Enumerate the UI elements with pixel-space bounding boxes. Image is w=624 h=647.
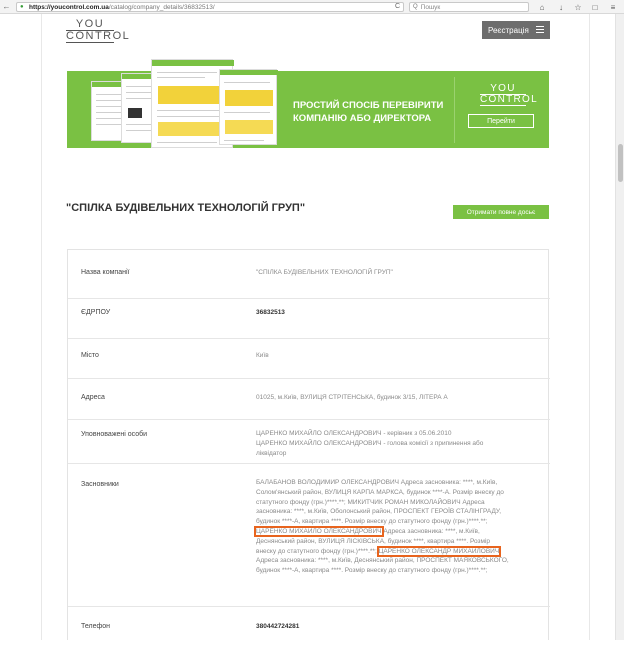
banner-go-button[interactable]: Перейти bbox=[468, 114, 534, 128]
url-host: https://youcontrol.com.ua bbox=[29, 3, 109, 11]
founders-text-line: Деснянський район, ВУЛИЦЯ ЛІСКІВСЬКА, бу… bbox=[256, 537, 491, 545]
row-label: Назва компанії bbox=[81, 269, 130, 276]
row-label: Телефон bbox=[81, 623, 111, 630]
site-logo[interactable]: YOU CONTROL bbox=[66, 18, 131, 43]
banner-divider bbox=[454, 77, 455, 143]
screenshot-card bbox=[219, 69, 278, 145]
address-bar[interactable]: ● https://youcontrol.com.ua /catalog/com… bbox=[16, 2, 404, 12]
site-header: YOU CONTROL Реєстрація bbox=[66, 18, 550, 46]
banner-logo-bottom: CONTROL bbox=[480, 94, 538, 106]
founders-text-line: Адреса засновника: ****, м.Київ, Деснянс… bbox=[256, 557, 509, 565]
row-label: Місто bbox=[81, 352, 99, 359]
table-row: Назва компанії "СПІЛКА БУДІВЕЛЬНИХ ТЕХНО… bbox=[68, 250, 550, 299]
founders-text-line: будинок ****-А, квартира ****. Розмір вн… bbox=[256, 518, 488, 526]
row-label: Уповноважені особи bbox=[81, 431, 148, 438]
row-value: БАЛАБАНОВ ВОЛОДИМИР ОЛЕКСАНДРОВИЧ Адреса… bbox=[254, 478, 528, 576]
home-icon[interactable]: ⌂ bbox=[537, 2, 547, 12]
browser-search-input[interactable]: Q Пошук bbox=[409, 2, 529, 12]
table-row: Місто Київ bbox=[68, 339, 550, 379]
promo-banner[interactable]: ПРОСТИЙ СПОСІБ ПЕРЕВІРИТИ КОМПАНІЮ АБО Д… bbox=[67, 59, 549, 148]
founders-text-line: внеску до статутного фонду (грн.)****.**… bbox=[256, 545, 528, 557]
founders-text-line: ЦАРЕНКО МИХАЙЛО ОЛЕКСАНДРОВИЧ Адреса зас… bbox=[254, 525, 528, 537]
row-value: "СПІЛКА БУДІВЕЛЬНИХ ТЕХНОЛОГІЙ ГРУП" bbox=[256, 269, 393, 276]
row-value: Київ bbox=[256, 352, 269, 359]
table-row: Телефон 380442724281 bbox=[68, 607, 550, 647]
founders-text-line: Солом'янський район, ВУЛИЦЯ КАРПА МАРКСА… bbox=[256, 488, 504, 496]
founders-text-line: статутного фонду (грн.)****.**; МИКИТЧИК… bbox=[256, 498, 485, 506]
app-screenshots-image bbox=[91, 59, 296, 148]
row-value: 36832513 bbox=[256, 309, 285, 316]
founders-text-line: БАЛАБАНОВ ВОЛОДИМИР ОЛЕКСАНДРОВИЧ Адреса… bbox=[256, 479, 498, 486]
clipboard-icon[interactable]: □ bbox=[590, 2, 600, 12]
banner-headline-line: ПРОСТИЙ СПОСІБ ПЕРЕВІРИТИ bbox=[293, 100, 444, 111]
banner-headline: ПРОСТИЙ СПОСІБ ПЕРЕВІРИТИ КОМПАНІЮ АБО Д… bbox=[293, 99, 463, 125]
get-full-dossier-button[interactable]: Отримати повне досьє bbox=[453, 205, 549, 219]
table-row: Уповноважені особи ЦАРЕНКО МИХАЙЛО ОЛЕКС… bbox=[68, 420, 550, 464]
reload-icon[interactable]: C bbox=[395, 3, 400, 10]
row-label: Адреса bbox=[81, 394, 105, 401]
row-value: 380442724281 bbox=[256, 623, 300, 630]
banner-headline-line: КОМПАНІЮ АБО ДИРЕКТОРА bbox=[293, 113, 432, 124]
url-path: /catalog/company_details/36832513/ bbox=[108, 3, 215, 11]
founders-text-fragment: Адреса засновника: ****, м.Київ, bbox=[381, 527, 480, 535]
lock-icon: ● bbox=[20, 4, 24, 10]
row-value: ЦАРЕНКО МИХАЙЛО ОЛЕКСАНДРОВИЧ - керівник… bbox=[256, 429, 526, 458]
row-value: 01025, м.Київ, ВУЛИЦЯ СТРІТЕНСЬКА, будин… bbox=[256, 394, 448, 401]
table-row: Засновники БАЛАБАНОВ ВОЛОДИМИР ОЛЕКСАНДР… bbox=[68, 464, 550, 607]
search-icon: Q bbox=[413, 4, 418, 10]
browser-toolbar: ← ● https://youcontrol.com.ua /catalog/c… bbox=[0, 0, 624, 14]
table-row: Адреса 01025, м.Київ, ВУЛИЦЯ СТРІТЕНСЬКА… bbox=[68, 379, 550, 420]
row-label: Засновники bbox=[81, 481, 119, 488]
authorized-person-line: ліквідатор bbox=[256, 449, 287, 457]
founders-text-fragment: внеску до статутного фонду (грн.)****.**… bbox=[256, 547, 379, 555]
founders-text-line: засновника: ****, м.Київ, Оболонський ра… bbox=[256, 508, 502, 516]
banner-logo: YOU CONTROL bbox=[480, 83, 538, 106]
hamburger-menu-icon[interactable]: ≡ bbox=[608, 2, 618, 12]
register-button-label: Реєстрація bbox=[488, 25, 529, 35]
company-title: "СПІЛКА БУДІВЕЛЬНИХ ТЕХНОЛОГІЙ ГРУП" bbox=[66, 202, 306, 214]
authorized-person-line: ЦАРЕНКО МИХАЙЛО ОЛЕКСАНДРОВИЧ - керівник… bbox=[256, 430, 452, 437]
table-row: ЄДРПОУ 36832513 bbox=[68, 299, 550, 339]
page-scrollbar[interactable] bbox=[615, 14, 624, 640]
highlighted-founder-name: ЦАРЕНКО МИХАЙЛО ОЛЕКСАНДРОВИЧ bbox=[254, 525, 384, 537]
company-details-table: Назва компанії "СПІЛКА БУДІВЕЛЬНИХ ТЕХНО… bbox=[67, 249, 550, 640]
banner-logo-top: YOU bbox=[490, 83, 516, 94]
highlighted-founder-name: ЦАРЕНКО ОЛЕКСАНДР МИХАЙЛОВИЧ bbox=[376, 545, 502, 557]
logo-top-text: YOU bbox=[75, 18, 105, 30]
authorized-person-line: ЦАРЕНКО МИХАЙЛО ОЛЕКСАНДРОВИЧ - голова к… bbox=[256, 439, 484, 447]
logo-bottom-text: CONTROL bbox=[66, 30, 131, 43]
search-placeholder: Пошук bbox=[420, 3, 441, 11]
register-button[interactable]: Реєстрація bbox=[482, 21, 550, 39]
bookmark-star-icon[interactable]: ☆ bbox=[573, 2, 583, 12]
menu-icon bbox=[536, 26, 544, 33]
back-arrow-icon[interactable]: ← bbox=[2, 2, 11, 11]
scrollbar-thumb[interactable] bbox=[618, 144, 623, 182]
founders-text-line: будинок ****-А, квартира ****. Розмір вн… bbox=[256, 567, 488, 575]
download-icon[interactable]: ↓ bbox=[556, 2, 566, 12]
row-label: ЄДРПОУ bbox=[81, 309, 111, 316]
